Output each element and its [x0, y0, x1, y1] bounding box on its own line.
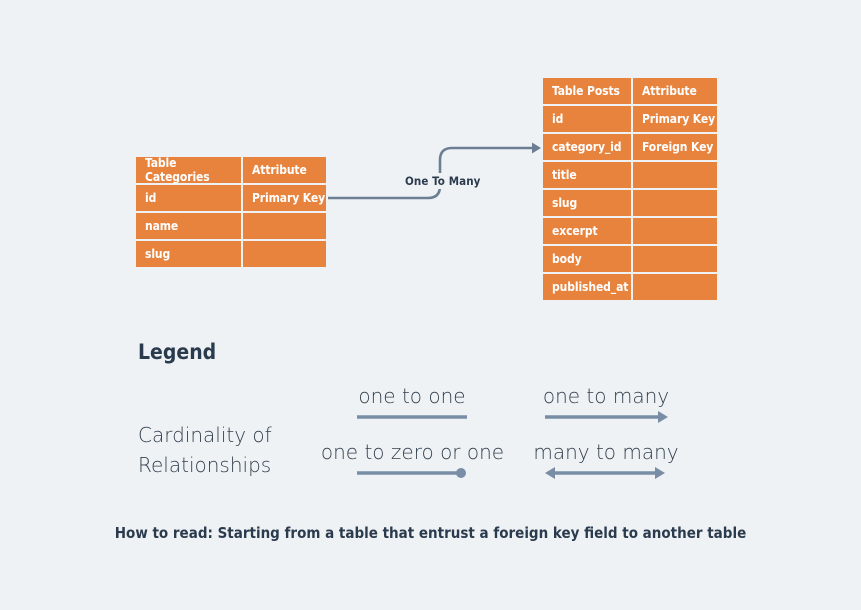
table-title-cell: Table Categories	[136, 156, 241, 184]
attribute-header-cell: Attribute	[243, 157, 326, 183]
field-name-cell: slug	[136, 241, 241, 267]
field-name-cell: id	[543, 106, 631, 132]
field-name-cell: title	[543, 162, 631, 188]
legend-item-one-to-zero-or-one: one to zero or one	[310, 440, 515, 480]
field-name-cell: body	[543, 246, 631, 272]
field-name-cell: name	[136, 213, 241, 239]
how-to-read-caption: How to read: Starting from a table that …	[114, 524, 747, 542]
field-attribute-cell	[633, 162, 717, 188]
table-row[interactable]: published_at	[543, 274, 717, 300]
field-attribute-cell	[633, 218, 717, 244]
legend-item-one-to-many: one to many	[520, 384, 692, 424]
er-table-categories[interactable]: Table Categories Attribute id Primary Ke…	[136, 156, 326, 267]
field-attribute-cell	[633, 190, 717, 216]
field-attribute-cell	[243, 213, 326, 239]
field-attribute-cell	[633, 274, 717, 300]
legend-label: many to many	[533, 440, 679, 464]
field-attribute-cell	[243, 241, 326, 267]
table-row[interactable]: excerpt	[543, 218, 717, 244]
legend-label: one to zero or one	[320, 440, 505, 464]
table-title-cell: Table Posts	[543, 78, 631, 104]
legend-item-many-to-many: many to many	[520, 440, 692, 480]
relationship-connector	[328, 142, 541, 200]
line-dot-right-symbol-icon	[357, 468, 466, 478]
field-attribute-cell	[633, 246, 717, 272]
field-name-cell: excerpt	[543, 218, 631, 244]
legend-title: Legend	[138, 340, 217, 364]
line-arrow-both-symbol-icon	[545, 467, 665, 479]
table-row[interactable]: body	[543, 246, 717, 272]
field-attribute-cell: Primary Key	[633, 106, 717, 132]
diagram-canvas: Table Categories Attribute id Primary Ke…	[0, 0, 861, 610]
connector-arrowhead-icon	[532, 142, 541, 154]
field-name-cell: slug	[543, 190, 631, 216]
table-header-row: Table Posts Attribute	[543, 78, 717, 104]
er-table-posts[interactable]: Table Posts Attribute id Primary Key cat…	[543, 78, 717, 300]
table-row[interactable]: slug	[136, 241, 326, 267]
table-row[interactable]: title	[543, 162, 717, 188]
table-row[interactable]: name	[136, 213, 326, 239]
table-row[interactable]: id Primary Key	[543, 106, 717, 132]
legend-subject-label: Cardinality of Relationships	[138, 423, 272, 477]
line-symbol-icon	[357, 415, 467, 419]
field-name-cell: id	[136, 185, 241, 211]
table-header-row: Table Categories Attribute	[136, 156, 326, 184]
attribute-header-cell: Attribute	[633, 78, 717, 104]
table-row[interactable]: category_id Foreign Key	[543, 134, 717, 160]
field-name-cell: category_id	[543, 134, 631, 160]
table-row[interactable]: slug	[543, 190, 717, 216]
relationship-label: One To Many	[402, 173, 484, 189]
field-name-cell: published_at	[543, 274, 631, 300]
line-arrow-right-symbol-icon	[545, 411, 668, 423]
legend-item-one-to-one: one to one	[329, 384, 495, 424]
field-attribute-cell: Foreign Key	[633, 134, 717, 160]
table-row[interactable]: id Primary Key	[136, 185, 326, 211]
legend-label: one to many	[542, 384, 670, 408]
field-attribute-cell: Primary Key	[243, 185, 326, 211]
legend-label: one to one	[358, 384, 466, 408]
